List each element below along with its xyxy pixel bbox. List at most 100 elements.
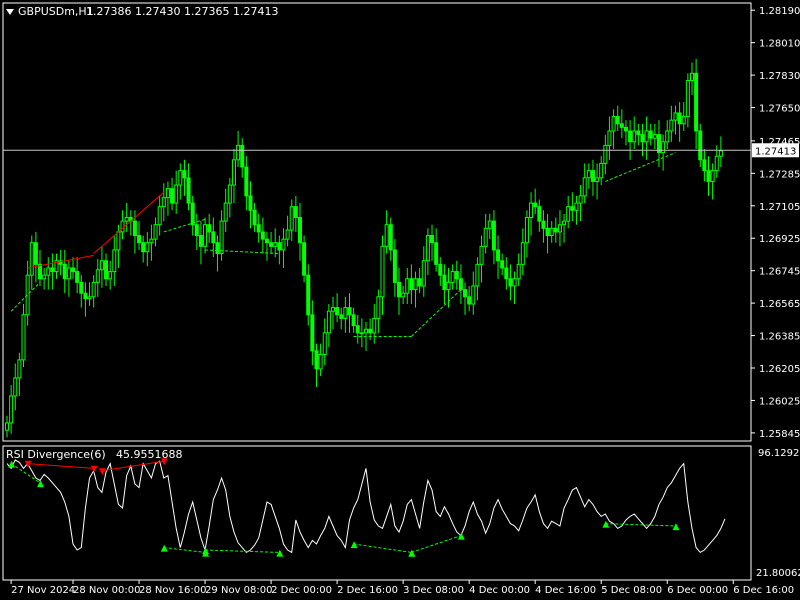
candle[interactable] — [252, 203, 257, 232]
candle[interactable] — [178, 163, 183, 200]
candle[interactable] — [50, 253, 55, 290]
candle[interactable] — [450, 264, 455, 290]
candle[interactable] — [516, 253, 521, 286]
candle[interactable] — [182, 159, 187, 196]
candle[interactable] — [607, 116, 612, 160]
candle[interactable] — [397, 267, 402, 315]
candle[interactable] — [38, 249, 43, 286]
candle[interactable] — [219, 210, 224, 261]
candle[interactable] — [120, 210, 125, 240]
candle[interactable] — [689, 62, 694, 95]
candle[interactable] — [458, 264, 463, 305]
candle[interactable] — [430, 224, 435, 261]
candle[interactable] — [566, 195, 571, 229]
candle[interactable] — [302, 235, 307, 283]
candle[interactable] — [537, 199, 542, 232]
candle[interactable] — [413, 271, 418, 308]
candle[interactable] — [636, 123, 641, 146]
candle[interactable] — [223, 188, 228, 232]
candle[interactable] — [603, 134, 608, 175]
candle[interactable] — [661, 134, 666, 171]
candle[interactable] — [264, 231, 269, 261]
candle[interactable] — [277, 235, 282, 265]
candle[interactable] — [339, 307, 344, 330]
candle[interactable] — [504, 257, 509, 290]
candle[interactable] — [215, 235, 220, 272]
candle[interactable] — [409, 264, 414, 305]
candle[interactable] — [702, 149, 707, 182]
candle[interactable] — [529, 192, 534, 236]
candle[interactable] — [310, 300, 315, 366]
candle[interactable] — [104, 253, 109, 286]
candle[interactable] — [665, 120, 670, 149]
candle[interactable] — [401, 285, 406, 305]
candle[interactable] — [533, 188, 538, 214]
candle[interactable] — [384, 210, 389, 254]
candle[interactable] — [541, 210, 546, 243]
candle[interactable] — [512, 271, 517, 305]
candle[interactable] — [54, 253, 59, 279]
candle[interactable] — [475, 257, 480, 301]
candle[interactable] — [273, 228, 278, 258]
candle[interactable] — [33, 231, 38, 283]
candle[interactable] — [240, 138, 245, 178]
candle[interactable] — [652, 123, 657, 149]
candle[interactable] — [128, 210, 133, 236]
candle[interactable] — [108, 260, 113, 290]
candle[interactable] — [322, 318, 327, 366]
candle[interactable] — [681, 102, 686, 131]
candle[interactable] — [628, 120, 633, 160]
candle[interactable] — [454, 260, 459, 290]
candle[interactable] — [157, 195, 162, 236]
candle[interactable] — [75, 257, 80, 294]
candle[interactable] — [87, 282, 92, 306]
candle[interactable] — [83, 282, 88, 317]
candle[interactable] — [170, 177, 175, 211]
candle[interactable] — [467, 285, 472, 312]
candle[interactable] — [165, 181, 170, 216]
trading-chart[interactable]: ▼ ▼ ▼▼▲ ▲▲ ▲▲▲▲▲▲ ▲▲▲ 1.274131.281901.280101.… — [0, 0, 800, 600]
candle[interactable] — [190, 195, 195, 236]
candle[interactable] — [153, 217, 158, 247]
candle[interactable] — [438, 257, 443, 286]
candle[interactable] — [17, 352, 22, 396]
candle[interactable] — [71, 257, 76, 279]
candle[interactable] — [611, 109, 616, 149]
candle[interactable] — [5, 415, 9, 438]
candle[interactable] — [500, 253, 505, 276]
candle[interactable] — [549, 221, 554, 243]
candle[interactable] — [231, 149, 236, 204]
candle[interactable] — [161, 183, 166, 222]
candle[interactable] — [91, 275, 96, 308]
candle[interactable] — [632, 116, 637, 149]
candle[interactable] — [29, 235, 34, 290]
candle[interactable] — [644, 116, 649, 160]
candle[interactable] — [623, 120, 628, 146]
candle[interactable] — [186, 163, 191, 211]
candle[interactable] — [376, 289, 381, 333]
candle[interactable] — [590, 159, 595, 196]
caret-down-icon[interactable] — [6, 9, 14, 15]
candle[interactable] — [491, 210, 496, 265]
candle[interactable] — [289, 199, 294, 241]
candle[interactable] — [281, 228, 286, 268]
candle[interactable] — [42, 267, 47, 290]
candle[interactable] — [260, 217, 265, 254]
candle[interactable] — [487, 213, 492, 240]
candle[interactable] — [355, 314, 360, 344]
candle[interactable] — [318, 343, 323, 377]
candle[interactable] — [62, 249, 67, 294]
candle[interactable] — [314, 343, 319, 387]
candle[interactable] — [718, 136, 723, 168]
candle[interactable] — [694, 58, 699, 149]
candle[interactable] — [648, 123, 653, 146]
candle[interactable] — [145, 231, 150, 267]
candle[interactable] — [496, 235, 501, 279]
candle[interactable] — [599, 156, 604, 186]
candle[interactable] — [137, 221, 142, 250]
candle[interactable] — [388, 217, 393, 261]
candle[interactable] — [124, 203, 129, 232]
candle[interactable] — [479, 235, 484, 283]
candle[interactable] — [574, 195, 579, 225]
candle[interactable] — [508, 264, 513, 301]
